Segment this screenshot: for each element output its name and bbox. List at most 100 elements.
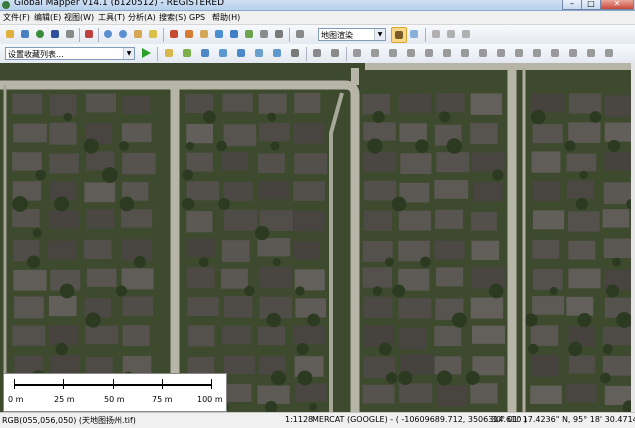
- tool-icon-h[interactable]: [494, 46, 508, 60]
- house-roof: [604, 151, 631, 171]
- menu-file[interactable]: 文件(F): [3, 11, 30, 24]
- house-roof: [48, 296, 77, 317]
- tree: [386, 372, 398, 384]
- run-icon[interactable]: [139, 46, 153, 60]
- vertical-scrollbar[interactable]: [631, 63, 635, 412]
- tool-icon-n[interactable]: [602, 46, 616, 60]
- tool-icon-e[interactable]: [440, 46, 454, 60]
- map-view[interactable]: [0, 63, 631, 412]
- tool-icon-k[interactable]: [548, 46, 562, 60]
- open-folder-icon[interactable]: [3, 27, 17, 41]
- zoom-out-icon[interactable]: [116, 27, 130, 41]
- tree: [606, 284, 620, 298]
- split-feature-icon[interactable]: [270, 46, 284, 60]
- select-icon[interactable]: [167, 27, 181, 41]
- tree: [55, 342, 68, 356]
- feature-info-icon[interactable]: [242, 27, 256, 41]
- vertex-icon[interactable]: [429, 27, 443, 41]
- view-shed-icon[interactable]: [272, 27, 286, 41]
- tree: [564, 140, 576, 152]
- maximize-button[interactable]: □: [581, 0, 601, 10]
- measure-icon[interactable]: [197, 27, 211, 41]
- menu-gps[interactable]: GPS: [189, 11, 205, 24]
- tool-icon-b[interactable]: [386, 46, 400, 60]
- snap-icon[interactable]: [350, 46, 364, 60]
- move-feature-icon[interactable]: [234, 46, 248, 60]
- basemap-select[interactable]: 地图渲染 ▼: [318, 28, 386, 41]
- digitize-area-icon[interactable]: [162, 46, 176, 60]
- menu-search[interactable]: 搜索(S): [159, 11, 186, 24]
- menu-view[interactable]: 视图(W): [64, 11, 94, 24]
- print-icon[interactable]: [63, 27, 77, 41]
- gps-icon[interactable]: [407, 27, 421, 41]
- tree: [32, 228, 42, 238]
- aerial-imagery: [0, 63, 631, 412]
- house-roof: [532, 210, 565, 230]
- hand-icon[interactable]: [391, 27, 407, 43]
- digitize-point-icon[interactable]: [198, 46, 212, 60]
- digitize-line-icon[interactable]: [180, 46, 194, 60]
- tool-icon-f[interactable]: [458, 46, 472, 60]
- grid-icon[interactable]: [288, 46, 302, 60]
- house-roof: [186, 152, 213, 172]
- menu-tools[interactable]: 工具(T): [98, 11, 125, 24]
- house-roof: [293, 181, 325, 201]
- tool-icon-i[interactable]: [512, 46, 526, 60]
- edit-feature-icon[interactable]: [216, 46, 230, 60]
- tool-icon-a[interactable]: [368, 46, 382, 60]
- scale-tick: [14, 379, 15, 389]
- menu-analysis[interactable]: 分析(A): [128, 11, 156, 24]
- open-data-icon[interactable]: [18, 27, 32, 41]
- line-edit-icon[interactable]: [444, 27, 458, 41]
- vertex-add-icon[interactable]: [310, 46, 324, 60]
- 3d-view-icon[interactable]: [293, 27, 307, 41]
- house-roof: [223, 296, 253, 318]
- menu-edit[interactable]: 编辑(E): [34, 11, 61, 24]
- reshape-icon[interactable]: [459, 27, 473, 41]
- tree: [63, 112, 73, 122]
- house-roof: [566, 180, 594, 199]
- layer-icon[interactable]: [257, 27, 271, 41]
- rotate-feature-icon[interactable]: [252, 46, 266, 60]
- tree: [575, 197, 588, 211]
- tree: [272, 257, 281, 267]
- house-roof: [398, 327, 427, 350]
- tool-icon-m[interactable]: [584, 46, 598, 60]
- digitizer-icon[interactable]: [182, 27, 196, 41]
- pan-icon[interactable]: [131, 27, 145, 41]
- config-icon[interactable]: [82, 27, 96, 41]
- tree: [579, 170, 588, 180]
- path-profile-icon[interactable]: [227, 27, 241, 41]
- house-roof: [434, 180, 469, 199]
- close-button[interactable]: ✕: [600, 0, 634, 10]
- tool-icon-g[interactable]: [476, 46, 490, 60]
- house-roof: [568, 240, 596, 260]
- house-roof: [435, 209, 463, 229]
- house-roof: [436, 267, 464, 287]
- vertex-delete-icon[interactable]: [328, 46, 342, 60]
- tree: [54, 196, 70, 212]
- house-roof: [602, 326, 631, 346]
- tree: [549, 286, 558, 296]
- tool-icon-d[interactable]: [422, 46, 436, 60]
- house-roof: [472, 152, 505, 172]
- house-roof: [293, 122, 325, 144]
- tree: [446, 138, 463, 154]
- tool-icon-l[interactable]: [566, 46, 580, 60]
- house-roof: [435, 93, 465, 113]
- favorites-select[interactable]: 设置收藏列表... ▼: [5, 47, 135, 60]
- minimize-button[interactable]: –: [562, 0, 582, 10]
- scale-label-100: 100 m: [197, 395, 223, 404]
- globe-icon[interactable]: [33, 27, 47, 41]
- tree: [85, 312, 101, 328]
- shaded-relief-icon[interactable]: [212, 27, 226, 41]
- house-roof: [13, 296, 44, 319]
- save-icon[interactable]: [48, 27, 62, 41]
- tree: [198, 257, 209, 267]
- zoom-in-icon[interactable]: [101, 27, 115, 41]
- menu-help[interactable]: 帮助(H): [212, 11, 240, 24]
- tool-icon-c[interactable]: [404, 46, 418, 60]
- full-view-icon[interactable]: [146, 27, 160, 41]
- tree: [439, 111, 451, 123]
- tool-icon-j[interactable]: [530, 46, 544, 60]
